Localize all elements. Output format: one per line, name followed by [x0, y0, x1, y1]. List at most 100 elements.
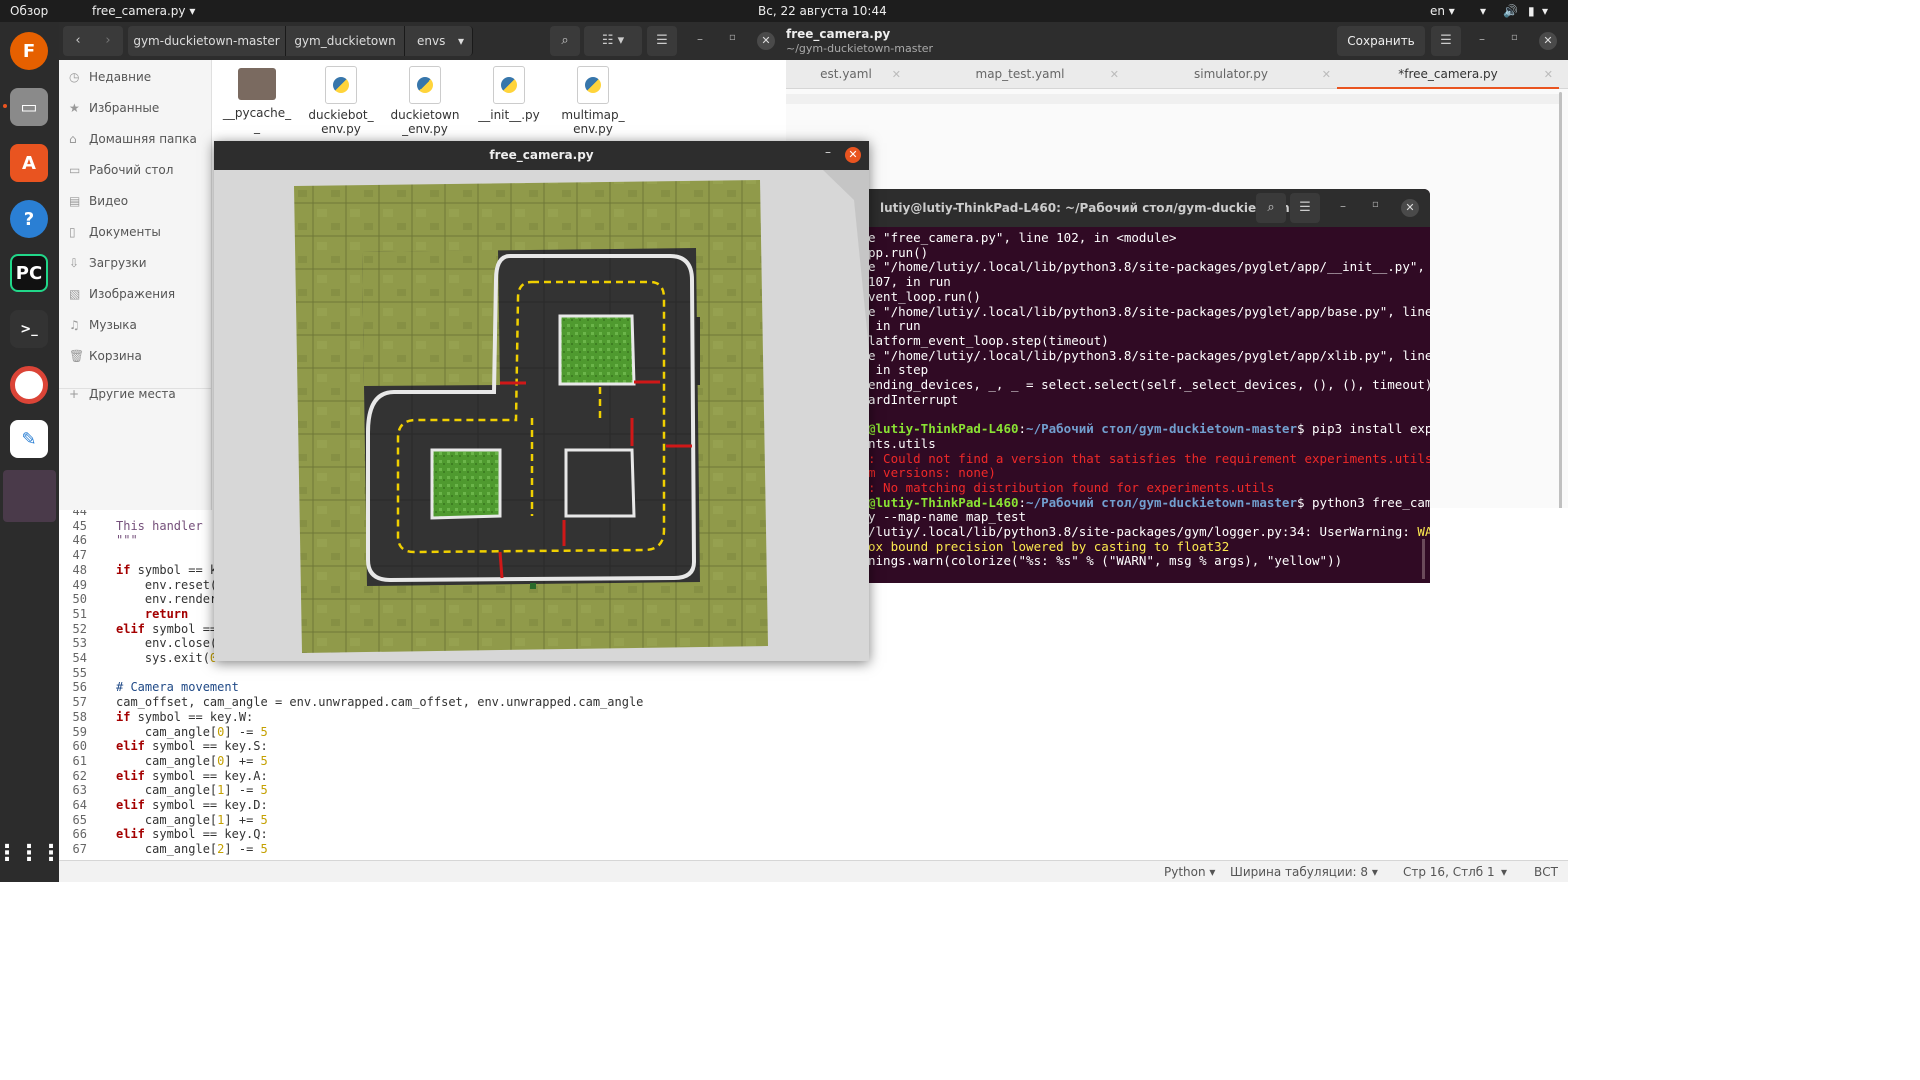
- sidebar-item[interactable]: ⇩ Загрузки: [69, 256, 147, 276]
- sidebar-item[interactable]: + Другие места: [69, 387, 176, 407]
- app-menu[interactable]: free_camera.py ▾: [92, 4, 195, 18]
- line-number: 51: [72, 606, 87, 621]
- download-icon: ⇩: [69, 256, 80, 270]
- folder-item[interactable]: __pycache_ _: [217, 66, 297, 134]
- line-number: 58: [72, 709, 87, 724]
- minimize-icon[interactable]: –: [825, 145, 831, 159]
- terminal-text: :: [1018, 494, 1027, 510]
- terminal-window: lutiy@lutiy-ThinkPad-L460: ~/Рабочий сто…: [862, 189, 1430, 583]
- firefox-icon[interactable]: F: [10, 32, 48, 70]
- sidebar-item[interactable]: ⌂ Домашняя папка: [69, 132, 197, 152]
- text-editor-icon[interactable]: ✎: [10, 420, 48, 458]
- system-menu-icon[interactable]: ▾: [1542, 4, 1548, 18]
- help-icon[interactable]: ?: [10, 200, 48, 238]
- terminal-text: WA: [1417, 524, 1430, 539]
- language-indicator[interactable]: en ▾: [1430, 4, 1455, 18]
- home-icon: ⌂: [69, 132, 77, 146]
- search-icon[interactable]: ⌕: [550, 26, 580, 56]
- volume-icon[interactable]: 🔊: [1503, 4, 1518, 18]
- terminal-line: latform_event_loop.step(timeout): [868, 333, 1109, 348]
- menu-icon[interactable]: ☰: [1431, 26, 1461, 56]
- tab-width-selector[interactable]: Ширина табуляции: 8 ▾: [1230, 865, 1378, 879]
- breadcrumb-item[interactable]: gym_duckietown: [286, 26, 405, 56]
- close-icon[interactable]: ✕: [1401, 199, 1419, 217]
- sidebar-item-label: Корзина: [89, 349, 142, 363]
- chevron-down-icon[interactable]: ▾: [1501, 865, 1507, 879]
- terminal-text: 107, in run: [868, 274, 951, 290]
- code-text: if symbol == key.W:: [116, 709, 254, 724]
- file-item[interactable]: duckiebot_ env.py: [301, 66, 381, 136]
- stop-line: [498, 551, 504, 579]
- terminal-text: latform_event_loop.step(timeout): [868, 332, 1109, 348]
- app-grid-icon[interactable]: ⋮⋮⋮: [0, 834, 62, 872]
- terminal-line: @lutiy-ThinkPad-L460:~/Рабочий стол/gym-…: [868, 421, 1430, 436]
- tab-free-camera[interactable]: *free_camera.py ✕: [1337, 60, 1559, 89]
- close-icon[interactable]: ✕: [757, 32, 775, 50]
- forward-icon[interactable]: ›: [93, 26, 123, 56]
- tab-map-test[interactable]: map_test.yaml ✕: [915, 60, 1125, 89]
- sidebar-item[interactable]: ▯ Документы: [69, 225, 161, 245]
- clock[interactable]: Вс, 22 августа 10:44: [758, 4, 887, 18]
- code-text: cam_angle[0] -= 5: [116, 724, 268, 739]
- activities-button[interactable]: Обзор: [10, 4, 48, 18]
- maximize-icon[interactable]: ▫: [1511, 32, 1518, 43]
- file-item[interactable]: __init__.py: [469, 66, 549, 122]
- code-line: 58 if symbol == key.W:: [59, 710, 1568, 725]
- close-icon[interactable]: ✕: [845, 147, 861, 163]
- terminal-icon[interactable]: >_: [10, 310, 48, 348]
- chrome-icon[interactable]: [10, 366, 48, 404]
- terminal-line: in step: [868, 362, 929, 377]
- sidebar-item[interactable]: ▧ Изображения: [69, 287, 175, 307]
- plus-icon: +: [69, 387, 80, 401]
- close-icon[interactable]: ✕: [1539, 32, 1557, 50]
- file-item[interactable]: duckietown _env.py: [385, 66, 465, 136]
- menu-icon[interactable]: ☰: [1290, 193, 1320, 223]
- simulation-viewport[interactable]: [214, 170, 869, 661]
- software-center-icon[interactable]: A: [10, 144, 48, 182]
- file-item[interactable]: multimap_ env.py: [553, 66, 633, 136]
- breadcrumb-item[interactable]: gym-duckietown-master: [128, 26, 286, 56]
- code-text: sys.exit(0: [116, 651, 217, 665]
- back-icon[interactable]: ‹: [63, 26, 93, 56]
- terminal-output[interactable]: e "free_camera.py", line 102, in <module…: [862, 227, 1430, 583]
- minimize-icon[interactable]: –: [1340, 199, 1346, 213]
- maximize-icon[interactable]: ▫: [1372, 199, 1379, 210]
- language-selector[interactable]: Python ▾: [1164, 865, 1215, 879]
- line-number: 63: [72, 783, 87, 798]
- sidebar-item-label: Другие места: [89, 387, 176, 401]
- view-options-icon[interactable]: ☷ ▾: [584, 26, 642, 56]
- tab-close-icon[interactable]: ✕: [1544, 60, 1553, 89]
- sidebar-item[interactable]: ▭ Рабочий стол: [69, 163, 173, 183]
- menu-icon[interactable]: ☰: [647, 26, 677, 56]
- sidebar-item[interactable]: ▤ Видео: [69, 194, 128, 214]
- scrollbar[interactable]: [1422, 539, 1425, 579]
- editor-title: free_camera.py: [786, 27, 891, 41]
- sidebar-item-label: Загрузки: [89, 256, 147, 270]
- files-icon[interactable]: ▭: [10, 88, 48, 126]
- sidebar-item[interactable]: 🗑 Корзина: [69, 349, 142, 369]
- tab-close-icon[interactable]: ✕: [1110, 60, 1119, 89]
- search-icon[interactable]: ⌕: [1256, 193, 1286, 223]
- line-number: 66: [72, 827, 87, 842]
- maximize-icon[interactable]: ▫: [729, 32, 736, 43]
- terminal-text: $ pip3 install exp: [1296, 421, 1430, 437]
- minimize-icon[interactable]: –: [1479, 32, 1485, 46]
- save-button[interactable]: Сохранить: [1337, 26, 1425, 56]
- terminal-line: : Could not find a version that satisfie…: [868, 451, 1430, 466]
- sidebar-item[interactable]: ◷ Недавние: [69, 70, 151, 90]
- minimize-icon[interactable]: –: [697, 32, 703, 46]
- terminal-line: e "/home/lutiy/.local/lib/python3.8/site…: [868, 304, 1430, 319]
- tab-simulator[interactable]: simulator.py ✕: [1125, 60, 1337, 89]
- wifi-icon[interactable]: ▾: [1480, 4, 1486, 18]
- terminal-line: y --map-name map_test: [868, 509, 1026, 524]
- cursor-position[interactable]: Стр 16, Стлб 1: [1403, 865, 1495, 879]
- active-window-icon[interactable]: [3, 470, 56, 522]
- sidebar-item[interactable]: ♫ Музыка: [69, 318, 137, 338]
- sidebar-item[interactable]: ★ Избранные: [69, 101, 159, 121]
- breadcrumb-item-current[interactable]: envs ▾: [405, 26, 473, 56]
- battery-icon[interactable]: ▮: [1528, 4, 1535, 18]
- tab-partial[interactable]: est.yaml ✕: [785, 60, 907, 89]
- pycharm-icon[interactable]: PC: [10, 254, 48, 292]
- tab-close-icon[interactable]: ✕: [1322, 60, 1331, 89]
- chevron-down-icon: ▾: [457, 34, 464, 48]
